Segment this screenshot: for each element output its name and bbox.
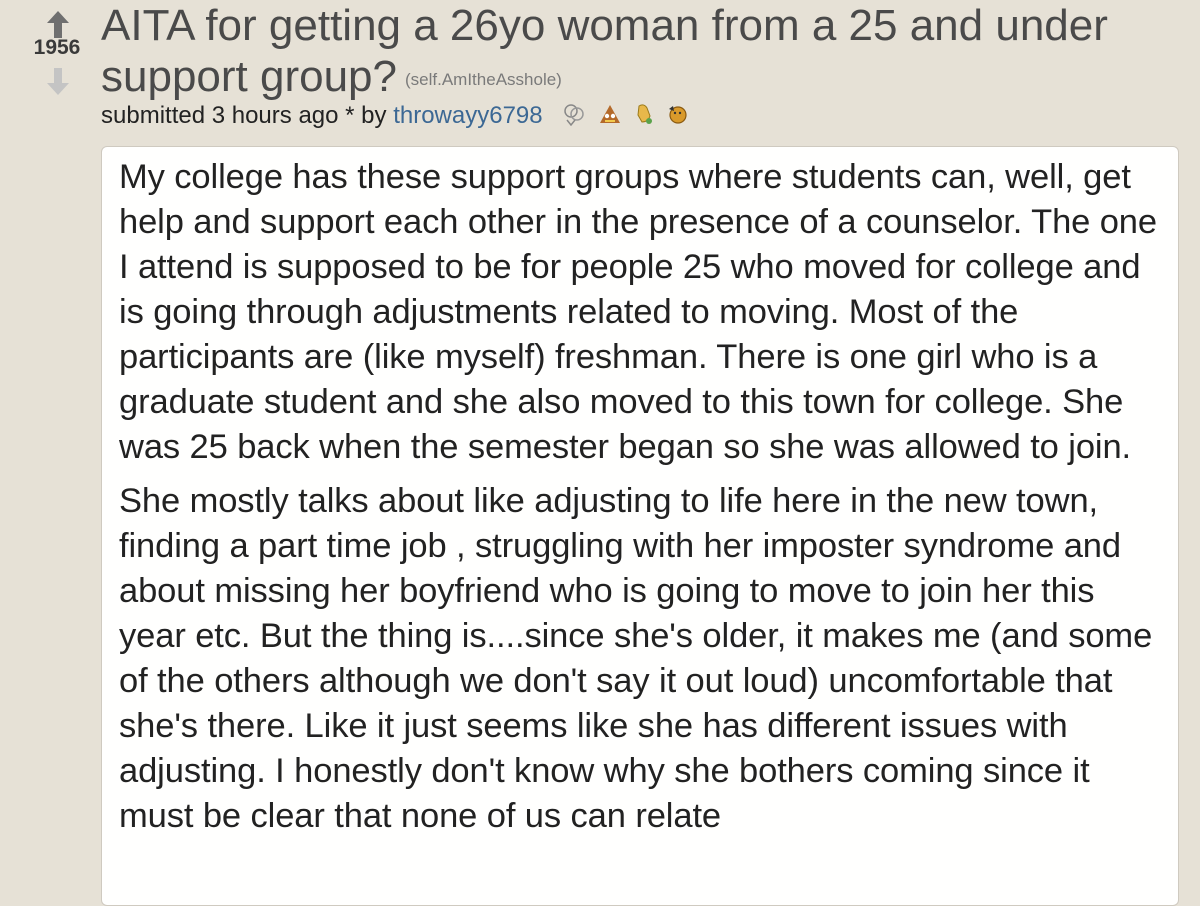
submitted-text: submitted 3 hours ago * by xyxy=(101,102,387,129)
award-icons xyxy=(561,102,693,133)
helpful-award-icon[interactable] xyxy=(633,102,655,126)
silver-award-icon[interactable] xyxy=(561,102,587,127)
downvote-arrow-icon[interactable] xyxy=(46,66,70,96)
post-domain[interactable]: (self.AmItheAsshole) xyxy=(405,70,562,89)
post-title-text[interactable]: AITA for getting a 26yo woman from a 25 … xyxy=(101,1,1108,101)
wholesome-award-icon[interactable] xyxy=(665,102,689,126)
post-tagline: submitted 3 hours ago * by throwayy6798 xyxy=(101,102,693,133)
post-paragraph: My college has these support groups wher… xyxy=(119,158,1157,466)
vote-column: 1956 xyxy=(26,8,88,108)
author-link[interactable]: throwayy6798 xyxy=(393,102,542,129)
vote-score: 1956 xyxy=(33,36,81,59)
post-title[interactable]: AITA for getting a 26yo woman from a 25 … xyxy=(101,0,1161,105)
post-paragraph: She mostly talks about like adjusting to… xyxy=(119,482,1153,835)
post-body: My college has these support groups wher… xyxy=(101,146,1179,906)
gold-award-icon[interactable] xyxy=(598,102,622,126)
